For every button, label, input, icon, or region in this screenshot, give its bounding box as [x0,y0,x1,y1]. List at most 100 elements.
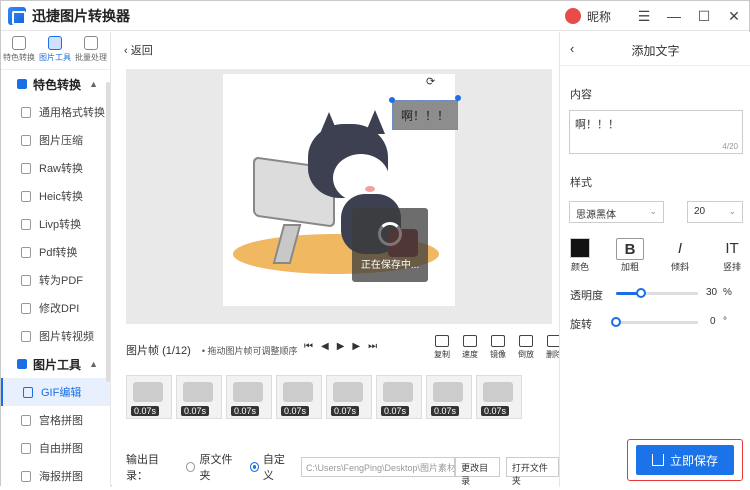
sidebar-item[interactable]: Raw转换 [1,154,110,182]
frame-tool-button[interactable]: 倒放 [514,335,538,360]
resize-handle[interactable] [455,95,461,101]
frame-tool-button[interactable]: 速度 [458,335,482,360]
close-button[interactable]: ✕ [719,8,749,25]
bold-button[interactable]: B 加粗 [616,238,644,273]
sidebar-item[interactable]: Heic转换 [1,182,110,210]
add-text-panel: ‹ 添加文字 内容 啊！！！ 4/20 样式 思源黑体 ⌄ 20 ⌄ 颜色 B 加粗 … [559,32,750,487]
tab-batch[interactable]: 批量处理 [73,32,109,69]
frame-toolbar: 复制 速度 镜像 倒放 删除 [430,335,566,360]
tab-label: 批量处理 [75,53,107,62]
tab-label: 图片工具 [39,53,71,62]
vertical-text-button[interactable]: IT 竖排 [718,238,746,273]
rotate-handle-icon[interactable]: ⟳ [426,75,435,88]
bold-label: 加粗 [620,262,639,272]
sidebar-item-label: 自由拼图 [39,443,83,455]
frame-duration[interactable]: 0.07s [131,406,160,416]
menu-icon[interactable]: ☰ [629,8,659,25]
sidebar-item[interactable]: 通用格式转换 [1,98,110,126]
rotate-slider-knob[interactable] [611,317,621,327]
frame-strip[interactable]: 0.07s✕0.07s0.07s0.07s0.07s0.07s0.07s0.07… [126,375,552,421]
frame-duration[interactable]: 0.07s [281,406,310,416]
section-feature-convert[interactable]: 特色转换 ▲ [1,70,110,98]
sidebar-item[interactable]: 图片转视频 [1,322,110,350]
sidebar-item[interactable]: 宫格拼图 [1,406,110,434]
image-tools-icon [48,36,62,50]
tool-icon [21,414,31,426]
sidebar-item[interactable]: Livp转换 [1,210,110,238]
back-label: 返回 [130,45,153,57]
sidebar-item[interactable]: 转为PDF [1,266,110,294]
frame-thumbnail[interactable]: 0.07s [376,375,422,419]
avatar[interactable] [564,8,581,24]
minimize-button[interactable]: — [659,8,689,24]
frames-hint: • 拖动图片帧可调整顺序 [201,346,298,356]
size-select[interactable]: 20 ⌄ [687,201,743,223]
opacity-slider[interactable] [616,288,698,298]
sidebar-item-label: 转为PDF [39,275,83,287]
maximize-button[interactable]: ☐ [689,8,719,25]
frame-thumbnail[interactable]: 0.07s [126,375,172,419]
back-button[interactable]: ‹ 返回 [124,42,153,58]
frame-duration[interactable]: 0.07s [431,406,460,416]
rotate-slider[interactable] [611,317,698,327]
frame-image [233,382,263,402]
option-custom-label: 自定义 [262,454,285,482]
frame-thumbnail[interactable]: 0.07s [276,375,322,419]
rotate-label: 旋转 [570,319,592,331]
frame-thumbnail[interactable]: 0.07s [326,375,372,419]
frame-tool-button[interactable]: 复制 [430,335,454,360]
tab-image-tools[interactable]: 图片工具 [37,32,73,69]
sidebar-item[interactable]: 图片压缩 [1,126,110,154]
sidebar-item-label: Livp转换 [39,219,82,231]
play-icon[interactable]: ▶ [337,341,345,352]
first-frame-icon[interactable]: ⏮ [304,341,313,352]
radio-original-folder[interactable] [186,462,196,472]
frame-duration[interactable]: 0.07s [181,406,210,416]
italic-button[interactable]: I 倾斜 [666,238,694,273]
next-frame-icon[interactable]: ▶ [352,341,360,352]
sidebar-tabs: 特色转换 图片工具 批量处理 [1,32,110,70]
sidebar-item[interactable]: Pdf转换 [1,238,110,266]
frame-thumbnail[interactable]: 0.07s [476,375,522,419]
frame-thumbnail[interactable]: 0.07s [176,375,222,419]
sidebar-scrollbar[interactable] [106,82,110,382]
content-textarea[interactable]: 啊！！！ 4/20 [569,110,743,154]
open-folder-button[interactable]: 打开文件夹 [505,457,559,486]
change-dir-button[interactable]: 更改目录 [455,457,500,486]
opacity-slider-knob[interactable] [635,288,646,298]
resize-handle[interactable] [389,97,395,103]
tab-feature-convert[interactable]: 特色转换 [1,32,37,69]
output-path-field[interactable]: C:\Users\FengPing\Desktop\图片素材 [300,457,456,477]
frame-tool-button[interactable]: 镜像 [486,335,510,360]
saving-overlay: 正在保存中... [352,208,428,282]
sidebar-item[interactable]: 自由拼图 [1,434,110,462]
content-value: 啊！！！ [575,119,619,131]
frame-image [283,382,313,402]
tab-label: 特色转换 [3,53,35,62]
main-area: ‹ 返回 ⟳ 啊！！！ 正在保存中... ⏮ ◀ ▶ ▶ ⏭ 图片帧 (1/12… [112,32,562,487]
frame-duration[interactable]: 0.07s [381,406,410,416]
frame-duration[interactable]: 0.07s [481,406,510,416]
save-now-button[interactable]: 立即保存 [636,445,734,475]
sidebar-item[interactable]: 修改DPI [1,294,110,322]
frames-label: 图片帧 [126,345,159,357]
font-select[interactable]: 思源黑体 ⌄ [569,201,664,223]
frame-duration[interactable]: 0.07s [331,406,360,416]
section-image-tools[interactable]: 图片工具 ▲ [1,350,110,378]
frame-tool-label: 复制 [434,350,450,359]
frame-duration[interactable]: 0.07s [231,406,260,416]
download-icon [651,454,664,466]
frame-image [183,382,213,402]
color-button[interactable]: 颜色 [566,238,594,273]
prev-frame-icon[interactable]: ◀ [321,341,329,352]
nickname[interactable]: 昵称 [587,8,611,25]
frame-thumbnail[interactable]: 0.07s [426,375,472,419]
section-title: 图片工具 [33,357,82,372]
section-icon [17,359,27,369]
mirror-icon [491,335,505,347]
text-overlay-box[interactable]: 啊！！！ [392,100,458,130]
sidebar-item[interactable]: GIF编辑 [1,378,110,406]
frame-thumbnail[interactable]: 0.07s [226,375,272,419]
last-frame-icon[interactable]: ⏭ [368,341,377,352]
radio-custom-folder[interactable] [249,462,259,472]
